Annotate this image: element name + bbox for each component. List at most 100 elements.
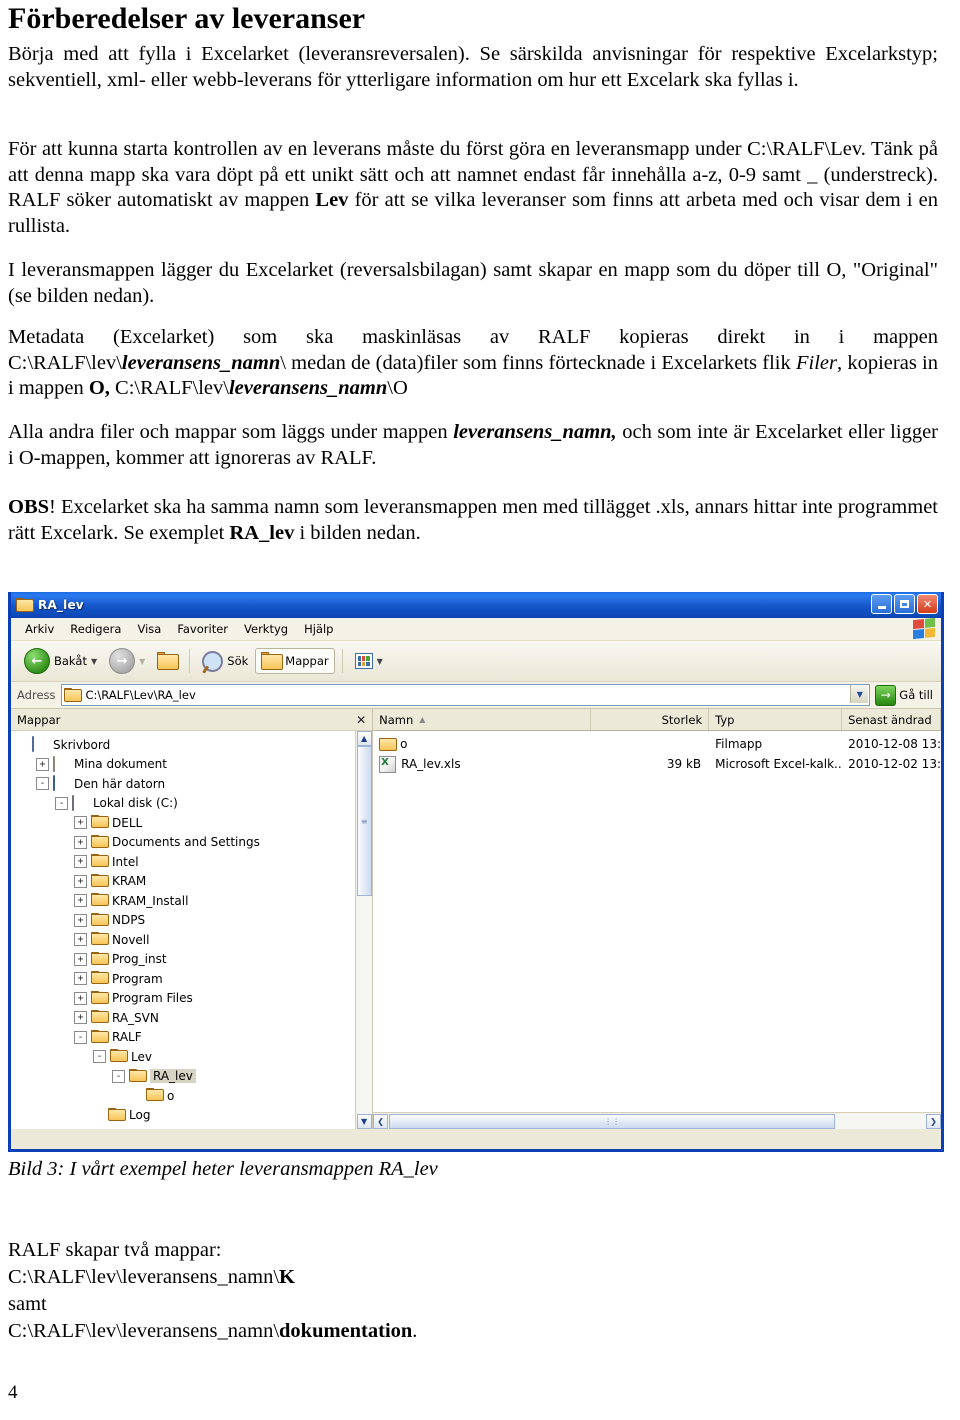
tree-expander-icon[interactable]: + xyxy=(74,894,87,908)
chevron-down-icon-address[interactable]: ▼ xyxy=(850,685,869,703)
tree-item-ralf[interactable]: - RALF xyxy=(17,1028,355,1048)
tree-vertical-scrollbar[interactable]: ▲ ≡ ▼ xyxy=(355,731,373,1129)
go-button[interactable]: → Gå till xyxy=(875,684,937,706)
tree-expander-icon[interactable]: - xyxy=(55,796,68,810)
file-list-rows: o Filmapp 2010-12-08 13: RA_lev.xls 39 kB Mic… xyxy=(373,731,941,1112)
tree-expander-icon[interactable]: + xyxy=(74,874,87,888)
back-button[interactable]: ← Bakåt ▼ xyxy=(19,645,102,677)
tree-expander-icon[interactable]: + xyxy=(74,855,87,869)
table-row[interactable]: o Filmapp 2010-12-08 13: xyxy=(373,734,941,754)
close-icon-folders-pane[interactable]: ✕ xyxy=(356,714,366,726)
tree-item-den-h-r-datorn[interactable]: - Den här datorn xyxy=(17,774,355,794)
tree-expander-icon[interactable]: + xyxy=(74,952,87,966)
scroll-left-icon[interactable]: ❮ xyxy=(373,1113,389,1129)
footer-text-4b: . xyxy=(412,1320,418,1342)
tree-item-ra_lev[interactable]: - RA_lev xyxy=(17,1067,355,1087)
documents-icon xyxy=(53,755,70,772)
paragraph-4-bolditalic-1: leveransens_namn xyxy=(121,351,281,374)
paragraph-1: Börja med att fylla i Excelarket (levera… xyxy=(8,42,938,93)
tree-item-lev[interactable]: - Lev xyxy=(17,1047,355,1067)
explorer-window: RA_lev ✕ Arkiv Redigera Visa Favoriter V… xyxy=(8,592,944,1152)
hscroll-thumb[interactable]: ⋮⋮ xyxy=(389,1113,835,1129)
folder-icon xyxy=(110,1049,128,1064)
minimize-icon[interactable] xyxy=(871,594,892,614)
address-label: Adress xyxy=(17,688,56,702)
tree-item-program[interactable]: + Program xyxy=(17,969,355,989)
chevron-down-icon[interactable]: ▼ xyxy=(91,657,97,666)
explorer-body: Mappar ✕ Skrivbord + Mina dokument - Den här… xyxy=(11,709,941,1129)
scroll-right-icon[interactable]: ❯ xyxy=(926,1113,941,1129)
tree-item-dell[interactable]: + DELL xyxy=(17,813,355,833)
tree-expander-icon[interactable]: + xyxy=(74,1011,87,1025)
tree-expander-icon[interactable]: - xyxy=(74,1030,87,1044)
paragraph-4-text-b: \ medan de (data)filer som finns förteck… xyxy=(280,351,796,374)
scroll-track[interactable] xyxy=(356,896,372,1114)
tree-item-kram_install[interactable]: + KRAM_Install xyxy=(17,891,355,911)
tree-item-o[interactable]: o xyxy=(17,1086,355,1106)
scroll-thumb[interactable]: ≡ xyxy=(356,746,372,896)
tree-expander-icon[interactable]: + xyxy=(74,913,87,927)
tree-item-label: KRAM_Install xyxy=(112,893,189,908)
footer-bold-dokumentation: dokumentation xyxy=(279,1320,413,1342)
forward-button[interactable]: → ▼ xyxy=(104,645,150,677)
column-header-senast-andrad[interactable]: Senast ändrad xyxy=(842,709,941,730)
maximize-icon[interactable] xyxy=(894,594,915,614)
forward-arrow-icon: → xyxy=(109,648,136,674)
folders-button[interactable]: Mappar xyxy=(255,648,335,674)
tree-expander-icon[interactable]: + xyxy=(74,816,87,830)
back-arrow-icon: ← xyxy=(24,648,50,674)
folder-icon xyxy=(91,990,109,1006)
folder-icon xyxy=(91,854,109,869)
tree-expander-icon[interactable]: + xyxy=(36,757,49,771)
tree-item-kram[interactable]: + KRAM xyxy=(17,872,355,892)
tree-item-documents-and-settings[interactable]: + Documents and Settings xyxy=(17,833,355,853)
footer-text-1: RALF skapar två mappar: xyxy=(8,1239,222,1261)
tree-expander-icon[interactable]: - xyxy=(36,777,49,791)
tree-item-ra_svn[interactable]: + RA_SVN xyxy=(17,1008,355,1028)
column-label-namn: Namn xyxy=(379,712,414,727)
tree-item-mina-dokument[interactable]: + Mina dokument xyxy=(17,755,355,775)
tree-item-prog_inst[interactable]: + Prog_inst xyxy=(17,950,355,970)
column-header-storlek[interactable]: Storlek xyxy=(591,709,710,730)
close-icon[interactable]: ✕ xyxy=(917,594,938,614)
tree-item-lokal-disk-c-[interactable]: - Lokal disk (C:) xyxy=(17,794,355,814)
up-button[interactable] xyxy=(152,649,182,673)
folder-icon-address xyxy=(63,688,82,702)
tree-item-label: Novell xyxy=(112,932,150,947)
search-button[interactable]: Sök xyxy=(197,646,253,676)
tree-item-novell[interactable]: + Novell xyxy=(17,930,355,950)
cell-name: o xyxy=(373,737,591,751)
column-header-namn[interactable]: Namn ▲ xyxy=(373,709,592,730)
file-list-horizontal-scrollbar[interactable]: ❮ ⋮⋮ ❯ xyxy=(373,1112,941,1129)
tree-item-log[interactable]: Log xyxy=(17,1106,355,1126)
tree-expander-icon[interactable]: - xyxy=(93,1050,106,1064)
tree-item-program-files[interactable]: + Program Files xyxy=(17,989,355,1009)
tree-expander-icon[interactable]: + xyxy=(74,835,87,849)
scroll-up-icon[interactable]: ▲ xyxy=(356,731,372,746)
address-input[interactable]: C:\RALF\Lev\RA_lev ▼ xyxy=(60,684,871,706)
tree-item-label: Intel xyxy=(112,854,139,869)
scroll-down-icon[interactable]: ▼ xyxy=(356,1114,372,1129)
hscroll-track[interactable] xyxy=(836,1113,926,1129)
tree-item-label: Program Files xyxy=(112,991,193,1006)
menu-item-hjalp[interactable]: Hjälp xyxy=(296,620,341,638)
cell-name: RA_lev.xls xyxy=(373,755,591,773)
folder-icon xyxy=(91,932,109,947)
tree-expander-icon[interactable]: + xyxy=(74,972,87,986)
tree-expander-icon[interactable]: - xyxy=(112,1069,125,1083)
views-button[interactable]: ▼ xyxy=(350,650,388,672)
menu-item-redigera[interactable]: Redigera xyxy=(62,620,129,638)
menu-item-visa[interactable]: Visa xyxy=(129,620,169,638)
tree-item-intel[interactable]: + Intel xyxy=(17,852,355,872)
tree-expander-icon[interactable]: + xyxy=(74,933,87,947)
menu-item-verktyg[interactable]: Verktyg xyxy=(236,620,296,638)
tree-item-ndps[interactable]: + NDPS xyxy=(17,911,355,931)
table-row[interactable]: RA_lev.xls 39 kB Microsoft Excel-kalk... 20… xyxy=(373,754,941,774)
tree-item-skrivbord[interactable]: Skrivbord xyxy=(17,735,355,755)
tree-expander-icon[interactable]: + xyxy=(74,991,87,1005)
menu-item-arkiv[interactable]: Arkiv xyxy=(17,620,62,638)
column-header-typ[interactable]: Typ xyxy=(709,709,843,730)
menu-item-favoriter[interactable]: Favoriter xyxy=(169,620,236,638)
chevron-down-icon-views[interactable]: ▼ xyxy=(377,657,383,666)
explorer-titlebar[interactable]: RA_lev ✕ xyxy=(11,592,941,618)
